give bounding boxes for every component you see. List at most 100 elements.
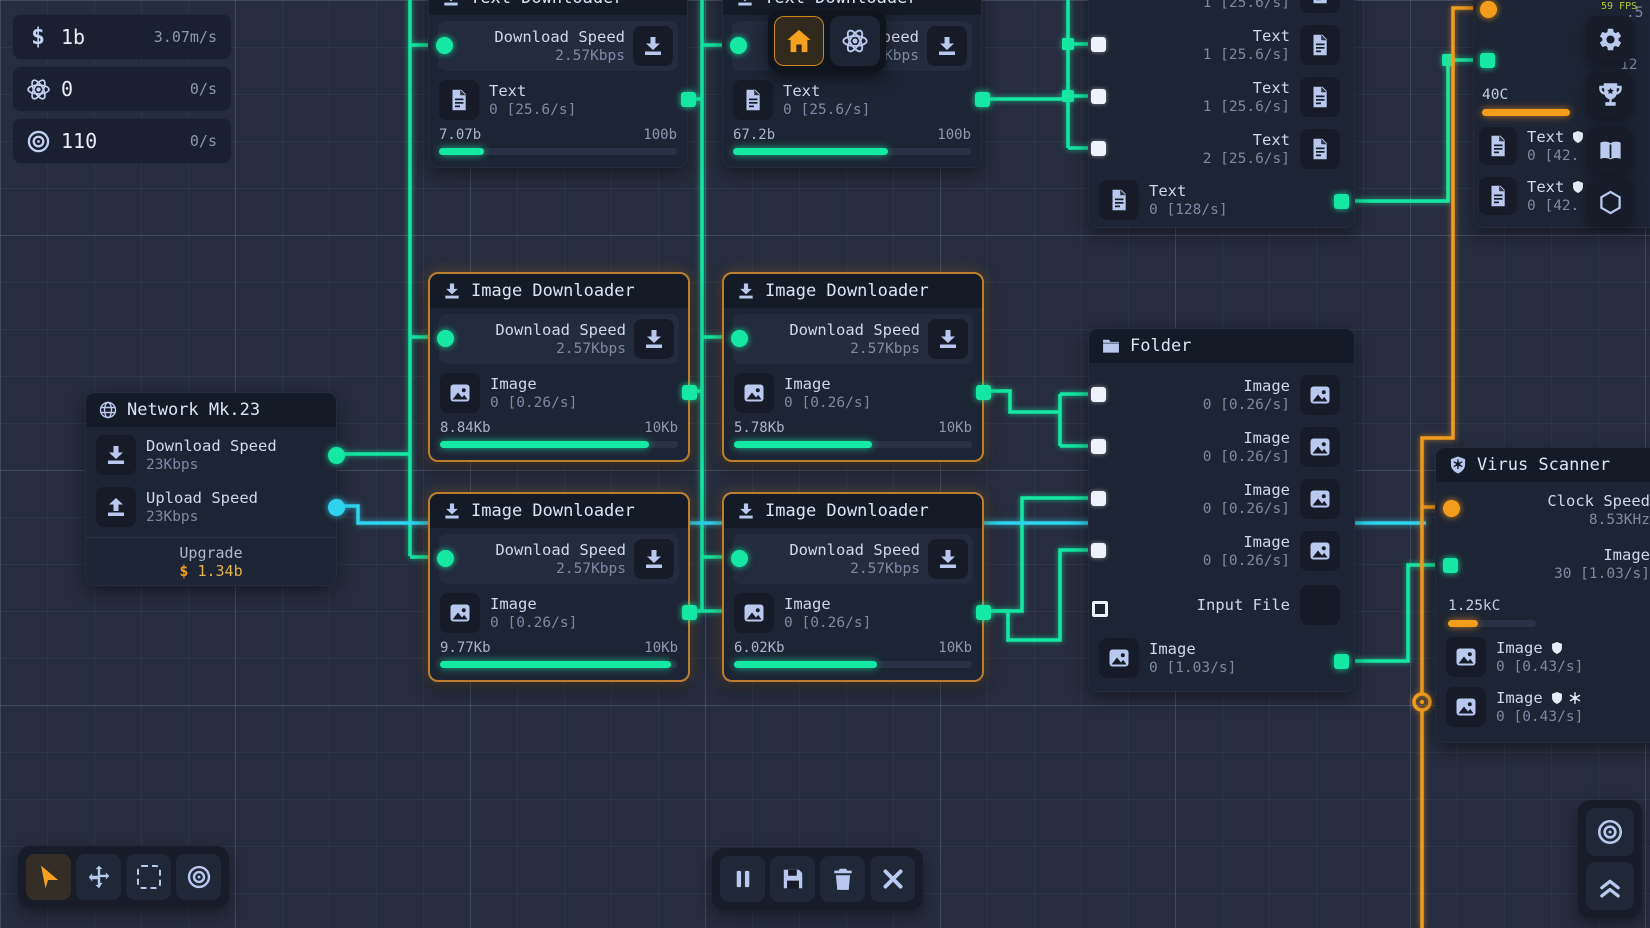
input-port[interactable] [1091,37,1106,52]
output-port[interactable] [328,447,345,464]
input-label: Image [1108,429,1290,448]
chevrons-up-icon [1596,872,1624,900]
node-title: Network Mk.23 [127,400,260,420]
input-port[interactable] [730,37,747,54]
input-port[interactable] [1091,89,1106,104]
output-port[interactable] [682,605,697,620]
input-port[interactable] [1091,491,1106,506]
delete-button[interactable] [820,856,865,902]
node-virus-scanner[interactable]: Virus Scanner Clock Speed 8.53KHz Image … [1435,447,1650,743]
input-port[interactable] [437,550,454,567]
clock-input-port[interactable] [1443,500,1460,517]
image-icon [440,593,480,633]
view-panel [1578,800,1642,918]
output-port[interactable] [1334,654,1349,669]
output-value: 0 [0.43/s] [1496,658,1650,676]
image-output-row: Image 0 [0.26/s] [439,590,679,636]
input-port[interactable] [731,330,748,347]
input-port[interactable] [1091,141,1106,156]
output-label: Text [489,82,673,101]
output-value: 0 [0.26/s] [490,394,674,412]
node-image-downloader-3[interactable]: Image Downloader Download Speed 2.57Kbps… [428,492,690,682]
node-header: Image Downloader [430,274,688,308]
trash-icon [830,866,856,892]
file-icon [439,80,479,120]
pause-button[interactable] [720,856,765,902]
download-icon [442,281,462,301]
image-icon [1300,531,1340,571]
node-image-downloader-4[interactable]: Image Downloader Download Speed 2.57Kbps… [722,492,984,682]
modules-button[interactable] [1587,179,1633,225]
node-title: Image Downloader [471,501,635,521]
output-value: 0 [1.03/s] [1149,659,1340,677]
center-view-button[interactable] [1586,808,1634,856]
node-graph-canvas[interactable]: Text Downloader Download Speed 2.57Kbps … [0,0,1650,928]
pan-tool-button[interactable] [76,854,121,900]
upgrade-button[interactable]: Upgrade $ 1.34b [86,537,336,580]
text-input-row: Text 2 [25.6/s] [1098,125,1345,173]
download-icon [927,26,967,66]
node-header: Image Downloader [724,494,982,528]
upload-icon [96,487,136,527]
atom-button[interactable] [830,16,880,66]
input-file-port[interactable] [1092,601,1108,617]
node-text-downloader-1[interactable]: Text Downloader Download Speed 2.57Kbps … [428,0,688,168]
encyclopedia-button[interactable] [1587,127,1633,173]
upload-speed-row: Upload Speed 23Kbps [95,483,327,531]
output-port[interactable] [328,499,345,516]
input-value: 8.53KHz [1450,511,1650,529]
image-icon [1300,427,1340,467]
output-port[interactable] [682,385,697,400]
focus-tool-button[interactable] [176,854,221,900]
collapse-button[interactable] [1586,862,1634,910]
output-port[interactable] [681,92,696,107]
save-button[interactable] [770,856,815,902]
input-file-slot[interactable] [1300,585,1340,625]
buffer-label: 40C [1482,87,1508,103]
pause-icon [730,866,756,892]
image-output-row: Image 0 [1.03/s] [1098,635,1345,681]
image-output-row: Image 0 [0.26/s] [439,370,679,416]
achievements-button[interactable] [1587,71,1633,117]
buffer-label: 1.25kC [1448,598,1650,614]
download-speed-row: Download Speed 2.57Kbps [733,314,973,364]
settings-button[interactable] [1587,16,1633,62]
image-icon [1300,375,1340,415]
home-button[interactable] [774,16,824,66]
action-bar [712,848,923,910]
node-folder[interactable]: Folder Image 0 [0.26/s] Image 0 [0.26/s]… [1088,328,1355,692]
node-image-downloader-2[interactable]: Image Downloader Download Speed 2.57Kbps… [722,272,984,462]
node-title: Text Downloader [764,0,918,8]
input-value: 2 [25.6/s] [1108,150,1290,168]
node-title: Virus Scanner [1477,455,1610,475]
image-input-row: Image 0 [0.26/s] [1098,423,1345,471]
node-image-downloader-1[interactable]: Image Downloader Download Speed 2.57Kbps… [428,272,690,462]
clock-input-port[interactable] [1480,1,1497,18]
cancel-button[interactable] [870,856,915,902]
image-icon [440,373,480,413]
text-output-row: Text 0 [25.6/s] [732,77,972,123]
download-icon [634,539,674,579]
output-port[interactable] [1334,194,1349,209]
input-port[interactable] [1091,439,1106,454]
output-label: Image [490,375,674,394]
output-label: Text [783,82,967,101]
output-port[interactable] [976,385,991,400]
output-port[interactable] [975,92,990,107]
input-port[interactable] [437,330,454,347]
image-input-port[interactable] [1443,558,1458,573]
marquee-tool-button[interactable] [126,854,171,900]
input-port[interactable] [731,550,748,567]
node-text-merger[interactable]: Text 1 [25.6/s] Text 1 [25.6/s] Text 1 [… [1088,0,1355,228]
select-tool-button[interactable] [26,854,71,900]
output-port[interactable] [976,605,991,620]
progress-labels: 7.07b100b [439,127,677,143]
globe-icon [98,400,118,420]
input-port[interactable] [1091,387,1106,402]
output-value: 0 [0.26/s] [784,394,968,412]
input-port[interactable] [1091,543,1106,558]
input-value: 2.57Kbps [743,560,920,578]
input-port[interactable] [436,37,453,54]
node-network[interactable]: Network Mk.23 Download Speed 23Kbps Uplo… [85,392,337,586]
text-input-port[interactable] [1480,53,1495,68]
